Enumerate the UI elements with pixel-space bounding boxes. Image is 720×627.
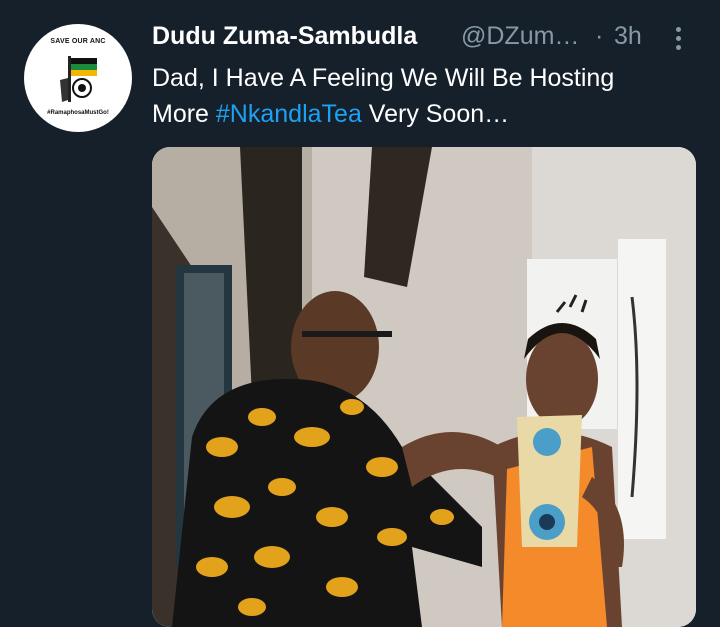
separator-dot: ·	[595, 22, 604, 50]
tweet-text-prefix: More	[152, 100, 216, 128]
avatar-top-text: SAVE OUR ANC	[50, 38, 106, 45]
tweet-text: Dad, I Have A Feeling We Will Be Hosting…	[152, 60, 702, 132]
timestamp[interactable]: 3h	[614, 22, 642, 51]
user-handle[interactable]: @DZum…	[461, 22, 579, 51]
hashtag-link[interactable]: #NkandlaTea	[216, 100, 362, 128]
anc-logo-icon	[60, 56, 97, 102]
display-name[interactable]: Dudu Zuma-Sambudla	[152, 22, 417, 51]
photo-content	[152, 147, 696, 627]
more-vertical-icon[interactable]	[668, 24, 688, 54]
avatar-bottom-text: #RamaphosaMustGo!	[47, 110, 109, 116]
avatar[interactable]: SAVE OUR ANC #RamaphosaMustGo!	[24, 24, 132, 132]
tweet-text-line1: Dad, I Have A Feeling We Will Be Hosting	[152, 64, 615, 92]
tweet-text-line2: More #NkandlaTea Very Soon…	[152, 96, 702, 132]
tweet: SAVE OUR ANC #RamaphosaMustGo! Dudu Zuma…	[0, 0, 720, 627]
tweet-photo[interactable]	[152, 147, 696, 627]
tweet-text-suffix: Very Soon…	[361, 100, 510, 128]
tweet-header: Dudu Zuma-Sambudla @DZum… · 3h	[152, 22, 692, 58]
